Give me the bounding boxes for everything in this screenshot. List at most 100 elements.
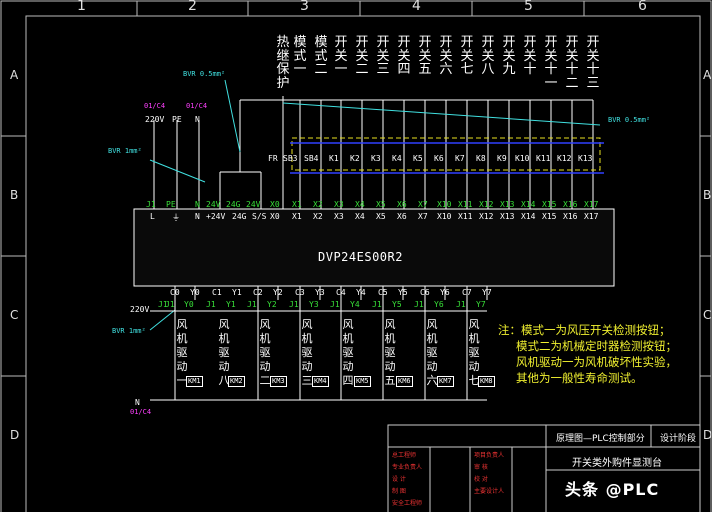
grid-letter-d: D <box>10 428 20 442</box>
switch-k11: K11 <box>536 154 551 163</box>
km-2: KM2 <box>228 376 245 387</box>
title-row-6: 制 图 <box>392 488 406 495</box>
label-switch-13: 开关十三 <box>586 35 600 91</box>
input-term-x10: X10 <box>437 212 452 221</box>
input-term-x4-top: X4 <box>355 200 365 209</box>
input-term-x14: X14 <box>521 212 536 221</box>
out-j-c6: J1 <box>414 300 424 309</box>
power-term-ground: ⏚ <box>172 213 180 222</box>
input-term-x15-top: X15 <box>542 200 557 209</box>
km-6: KM6 <box>396 376 413 387</box>
out-term-y7: Y7 <box>482 288 492 297</box>
label-switch-9: 开关九 <box>502 35 516 77</box>
out-j-c7: J1 <box>456 300 466 309</box>
input-term-x13: X13 <box>500 212 515 221</box>
label-switch-4: 开关四 <box>397 35 411 77</box>
label-switch-5: 开关五 <box>418 35 432 77</box>
power-term-ss: S/S <box>252 212 267 221</box>
input-term-x1-top: X1 <box>292 200 302 209</box>
input-term-x3: X3 <box>334 212 344 221</box>
out-term-y5: Y5 <box>398 288 408 297</box>
power-top-pe: PE <box>166 200 176 209</box>
power-top-24g: 24G <box>226 200 241 209</box>
power-top-n: N <box>195 200 200 209</box>
label-mode-2: 模式二 <box>314 35 328 77</box>
supply-n: N <box>195 115 200 124</box>
input-term-x2: X2 <box>313 212 323 221</box>
out-j-c4: J1 <box>330 300 340 309</box>
power-top-24v: 24V <box>206 200 221 209</box>
input-term-x0-top: X0 <box>270 200 280 209</box>
input-term-x1: X1 <box>292 212 302 221</box>
title-row-5: 设 计 <box>392 476 406 483</box>
switch-k4: K4 <box>392 154 402 163</box>
out-term-c6: C6 <box>420 288 430 297</box>
input-term-x7-top: X7 <box>418 200 428 209</box>
wire-bvr05-b: BVR 0.5mm² <box>608 116 651 124</box>
grid-letter-b: B <box>10 188 19 202</box>
input-term-x6: X6 <box>397 212 407 221</box>
switch-k13: K13 <box>578 154 593 163</box>
grid-letter-b-right: B <box>703 188 712 202</box>
label-switch-6: 开关六 <box>439 35 453 77</box>
title-row-3: 审 核 <box>474 464 488 471</box>
grid-letter-a-right: A <box>703 68 712 82</box>
out-term-y3: Y3 <box>315 288 325 297</box>
out-j-y5: Y5 <box>392 300 402 309</box>
switch-k5: K5 <box>413 154 423 163</box>
input-term-x11-top: X11 <box>458 200 473 209</box>
label-switch-10: 开关十 <box>523 35 537 77</box>
out-term-c1: C1 <box>212 288 222 297</box>
power-term-n: N <box>195 212 200 221</box>
title-stage: 设计阶段 <box>660 434 697 444</box>
out-term-y6: Y6 <box>440 288 450 297</box>
plc-model: DVP24ES00R2 <box>318 250 403 264</box>
out-j-c1: J1 <box>206 300 216 309</box>
input-term-x3-top: X3 <box>334 200 344 209</box>
out-j-y2: Y2 <box>267 300 277 309</box>
km-8: KM8 <box>478 376 495 387</box>
supply-pe: PE <box>172 115 182 124</box>
label-switch-11: 开关十一 <box>544 35 558 91</box>
fan-label-5: 风机驱动五 <box>384 318 396 387</box>
out-term-y4: Y4 <box>356 288 366 297</box>
out-term-y2: Y2 <box>273 288 283 297</box>
km-4: KM4 <box>312 376 329 387</box>
out-term-c0: C0 <box>170 288 180 297</box>
out-term-c3: C3 <box>295 288 305 297</box>
input-term-x17-top: X17 <box>584 200 599 209</box>
note: 注：模式一为风压开关检测按钮； 模式二为机械定时器检测按钮； 风机驱动一为风机破… <box>498 322 677 386</box>
label-mode-1: 模式一 <box>293 35 307 77</box>
input-term-x2-top: X2 <box>313 200 323 209</box>
input-term-x0: X0 <box>270 212 280 221</box>
label-switch-8: 开关八 <box>481 35 495 77</box>
out-term-c4: C4 <box>336 288 346 297</box>
out-j-y1: Y1 <box>226 300 236 309</box>
input-term-x13-top: X13 <box>500 200 515 209</box>
input-term-x12-top: X12 <box>479 200 494 209</box>
out-supply-220v: 220V <box>130 305 150 314</box>
label-switch-3: 开关三 <box>376 35 390 77</box>
watermark: 头条 @PLC <box>565 480 660 499</box>
km-7: KM7 <box>437 376 454 387</box>
title-drawing-name: 原理图—PLC控制部分 <box>556 434 645 444</box>
switch-k9: K9 <box>497 154 507 163</box>
supply-tag-2: 01/C4 <box>186 102 208 110</box>
out-supply-j1: J1 <box>158 300 168 309</box>
note-line-4: 其他为一般性寿命测试。 <box>516 371 643 385</box>
switch-sb3: SB3 <box>283 154 298 163</box>
grid-number-2: 2 <box>188 0 197 14</box>
out-supply-tag: 01/C4 <box>130 408 152 416</box>
label-switch-1: 开关一 <box>334 35 348 77</box>
input-term-x4: X4 <box>355 212 365 221</box>
switch-k3: K3 <box>371 154 381 163</box>
input-term-x16: X16 <box>563 212 578 221</box>
switch-k7: K7 <box>455 154 465 163</box>
note-line-1: 注：模式一为风压开关检测按钮； <box>498 323 671 337</box>
wire-bvr05-a: BVR 0.5mm² <box>183 70 226 78</box>
km-5: KM5 <box>354 376 371 387</box>
title-project: 开关类外购件显测台 <box>572 458 662 469</box>
grid-number-3: 3 <box>300 0 309 14</box>
wire-bvr1-a: BVR 1mm² <box>108 147 142 155</box>
out-supply-n: N <box>135 398 140 407</box>
